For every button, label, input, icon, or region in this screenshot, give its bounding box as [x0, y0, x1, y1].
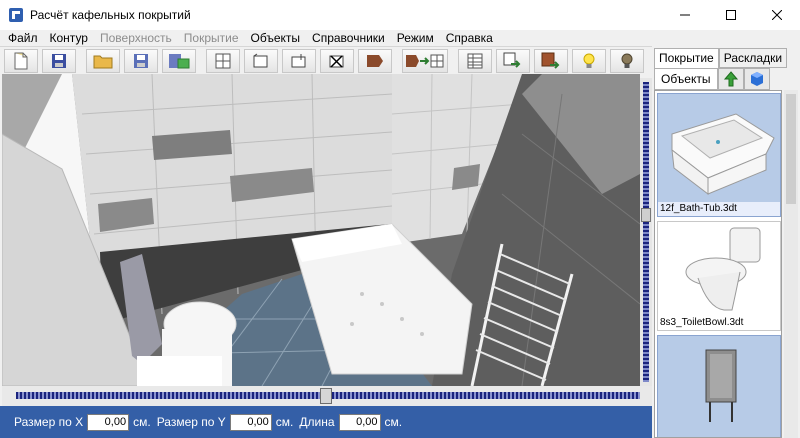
- object-list-scroll-thumb[interactable]: [786, 94, 796, 204]
- size-y-input[interactable]: [229, 413, 272, 431]
- 3d-viewport[interactable]: [2, 74, 640, 386]
- toilet-thumbnail: [658, 222, 780, 316]
- delete-rect-button[interactable]: [320, 48, 354, 73]
- menu-bar: Файл Контур Поверхность Покрытие Объекты…: [0, 30, 800, 46]
- size-x-input[interactable]: [87, 413, 130, 431]
- light-off-button[interactable]: [610, 48, 644, 73]
- length-input[interactable]: [338, 413, 381, 431]
- maximize-icon: [726, 10, 736, 20]
- vertical-slider-track[interactable]: [643, 82, 649, 382]
- export-icon: [503, 52, 521, 68]
- select-rect-button[interactable]: [244, 48, 278, 73]
- tab-layouts[interactable]: Раскладки: [718, 48, 788, 68]
- app-icon: [9, 8, 23, 22]
- save-disk-icon: [134, 53, 148, 68]
- minimize-button[interactable]: [662, 0, 708, 30]
- table-icon: [467, 53, 483, 68]
- bathtub-thumbnail: [658, 94, 780, 202]
- cabinet-thumbnail: [658, 336, 780, 437]
- minimize-icon: [680, 14, 690, 16]
- menu-surface[interactable]: Поверхность: [94, 30, 178, 46]
- close-icon: [772, 10, 782, 20]
- texture-export-button[interactable]: [534, 48, 568, 73]
- list-item[interactable]: 12f_Bath-Tub.3dt: [657, 93, 781, 217]
- add-rect-icon: [291, 53, 306, 67]
- tab-cube[interactable]: [743, 68, 770, 90]
- horizontal-slider-thumb[interactable]: [320, 388, 332, 404]
- length-unit: см.: [384, 415, 403, 429]
- menu-file[interactable]: Файл: [2, 30, 44, 46]
- maximize-button[interactable]: [708, 0, 754, 30]
- cube-icon: [750, 72, 763, 86]
- image-export-button[interactable]: [162, 48, 196, 73]
- list-item-caption: 12f_Bath-Tub.3dt: [658, 202, 780, 216]
- list-item[interactable]: 8s3_ToiletBowl.3dt: [657, 221, 781, 331]
- tile-apply-icon: [406, 54, 444, 67]
- length-label: Длина: [299, 415, 335, 429]
- open-button[interactable]: [86, 48, 120, 73]
- size-x-unit: см.: [133, 415, 151, 429]
- objects-panel: Покрытие Раскладки Объекты 12f_Bath-Tub.…: [652, 46, 800, 438]
- save-as-button[interactable]: [124, 48, 158, 73]
- grid-button[interactable]: [206, 48, 240, 73]
- arrow-up-icon: [723, 71, 738, 87]
- menu-coverage[interactable]: Покрытие: [178, 30, 245, 46]
- export-button[interactable]: [496, 48, 530, 73]
- light-on-icon: [583, 53, 595, 68]
- bathroom-render: [2, 74, 640, 386]
- tile-button[interactable]: [358, 48, 392, 73]
- save-disk-icon: [52, 53, 66, 68]
- new-file-icon: [14, 52, 28, 69]
- object-list-scrollbar[interactable]: [784, 90, 798, 438]
- select-rect-icon: [253, 53, 268, 67]
- menu-references[interactable]: Справочники: [306, 30, 391, 46]
- open-folder-icon: [93, 55, 113, 68]
- size-y-label: Размер по Y: [156, 415, 226, 429]
- vertical-slider[interactable]: [640, 78, 652, 386]
- toolbar: [0, 46, 652, 74]
- tile-apply-button[interactable]: [402, 48, 448, 73]
- list-item-caption: 8s3_ToiletBowl.3dt: [658, 316, 780, 330]
- size-x-label: Размер по X: [14, 415, 84, 429]
- texture-export-icon: [541, 52, 560, 69]
- tab-coverage[interactable]: Покрытие: [654, 48, 719, 68]
- add-rect-button[interactable]: [282, 48, 316, 73]
- save-button[interactable]: [42, 48, 76, 73]
- close-button[interactable]: [754, 0, 800, 30]
- new-button[interactable]: [4, 48, 38, 73]
- light-off-icon: [621, 53, 633, 68]
- vertical-slider-thumb[interactable]: [641, 208, 651, 222]
- tab-objects[interactable]: Объекты: [654, 68, 718, 90]
- size-y-unit: см.: [275, 415, 294, 429]
- tile-icon: [367, 54, 383, 67]
- image-export-icon: [169, 53, 190, 68]
- menu-mode[interactable]: Режим: [391, 30, 440, 46]
- menu-objects[interactable]: Объекты: [245, 30, 307, 46]
- status-bar: Размер по X см. Размер по Y см. Длина см…: [0, 406, 652, 438]
- title-bar: Расчёт кафельных покрытий: [0, 0, 800, 30]
- tab-up-folder[interactable]: [717, 68, 744, 90]
- window-title: Расчёт кафельных покрытий: [30, 8, 191, 22]
- object-list[interactable]: 12f_Bath-Tub.3dt 8s3_ToiletBowl.3dt: [654, 90, 782, 438]
- menu-contour[interactable]: Контур: [44, 30, 94, 46]
- grid-icon: [215, 53, 231, 68]
- delete-rect-icon: [329, 54, 344, 68]
- menu-help[interactable]: Справка: [440, 30, 499, 46]
- table-button[interactable]: [458, 48, 492, 73]
- horizontal-slider[interactable]: [2, 386, 652, 406]
- list-item[interactable]: [657, 335, 781, 437]
- light-on-button[interactable]: [572, 48, 606, 73]
